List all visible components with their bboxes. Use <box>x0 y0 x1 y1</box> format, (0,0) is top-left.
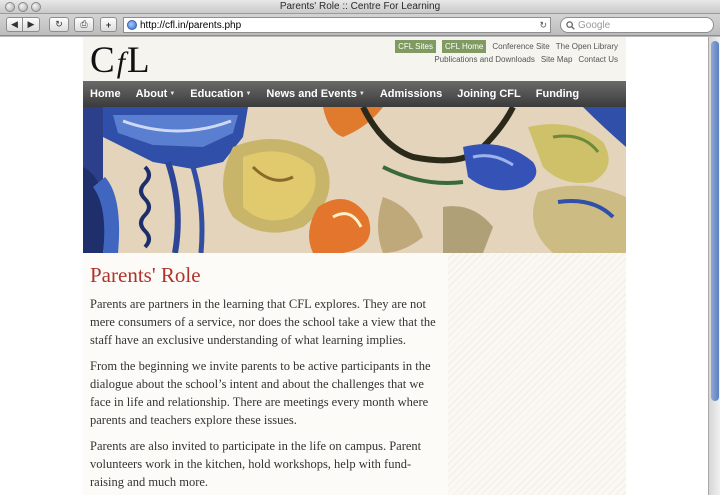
nav-home[interactable]: Home <box>90 88 121 100</box>
forward-arrow-icon: ▶ <box>27 19 35 29</box>
logo-letter-c: C <box>90 40 117 81</box>
add-bookmark-button[interactable]: + <box>100 17 117 32</box>
nav-label: Education <box>190 88 244 100</box>
conference-site-link[interactable]: Conference Site <box>492 40 549 53</box>
nav-joining-cfl[interactable]: Joining CFL <box>457 88 521 100</box>
publications-link[interactable]: Publications and Downloads <box>434 53 535 66</box>
nav-label: About <box>135 88 168 100</box>
address-url: http://cfl.in/parents.php <box>140 19 242 31</box>
window-title: Parents' Role :: Centre For Learning <box>279 1 441 12</box>
bookmarks-icon: ⎙ <box>80 19 88 29</box>
vertical-scrollbar[interactable] <box>708 37 720 495</box>
nav-about[interactable]: About ▼ <box>136 88 176 100</box>
paragraph: From the beginning we invite parents to … <box>90 359 431 427</box>
content-area: Parents' Role Parents are partners in th… <box>83 253 626 495</box>
open-library-link[interactable]: The Open Library <box>556 40 618 53</box>
paragraph: Parents are partners in the learning tha… <box>90 297 436 347</box>
search-icon <box>566 20 575 30</box>
address-bar[interactable]: http://cfl.in/parents.php ↻ <box>123 17 551 33</box>
contact-us-link[interactable]: Contact Us <box>578 53 618 66</box>
site-logo[interactable]: CfL <box>90 39 152 82</box>
forward-button[interactable]: ▶ <box>23 17 40 32</box>
nav-education[interactable]: Education ▼ <box>190 88 251 100</box>
nav-label: Joining CFL <box>457 88 521 100</box>
site-header: CfL CFL Sites CFL Home Conference Site T… <box>83 37 626 81</box>
logo-letter-l: L <box>127 40 152 81</box>
nav-funding[interactable]: Funding <box>536 88 579 100</box>
site-map-link[interactable]: Site Map <box>541 53 573 66</box>
sidebar-pattern <box>448 253 626 495</box>
nav-label: Home <box>90 88 121 100</box>
cfl-sites-link[interactable]: CFL Sites <box>395 40 436 53</box>
caret-down-icon: ▼ <box>358 91 365 97</box>
main-nav: Home About ▼ Education ▼ News and Events ▼ … <box>83 81 626 107</box>
globe-icon <box>127 20 137 30</box>
reload-small-icon[interactable]: ↻ <box>539 20 547 31</box>
nav-label: Admissions <box>379 88 443 100</box>
cfl-home-link[interactable]: CFL Home <box>441 40 487 53</box>
nav-news-events[interactable]: News and Events ▼ <box>266 88 364 100</box>
main-column: Parents' Role Parents are partners in th… <box>90 263 438 495</box>
bookmarks-button[interactable]: ⎙ <box>74 17 94 32</box>
page-container: CfL CFL Sites CFL Home Conference Site T… <box>83 37 626 495</box>
banner-painting <box>83 107 626 253</box>
web-viewport: CfL CFL Sites CFL Home Conference Site T… <box>0 37 708 495</box>
search-placeholder: Google <box>578 19 611 31</box>
nav-admissions[interactable]: Admissions <box>380 88 442 100</box>
back-arrow-icon: ◀ <box>11 19 18 29</box>
browser-toolbar: ◀ ▶ ↻ ⎙ + http://cfl.in/parents.php ↻ Go… <box>0 14 720 36</box>
page-title: Parents' Role <box>90 263 201 287</box>
nav-label: Funding <box>535 88 580 100</box>
caret-down-icon: ▼ <box>245 91 252 97</box>
window-titlebar: Parents' Role :: Centre For Learning <box>0 0 720 14</box>
caret-down-icon: ▼ <box>169 91 176 97</box>
nav-label: News and Events <box>266 88 357 100</box>
reload-icon: ↻ <box>55 19 63 29</box>
reload-button[interactable]: ↻ <box>49 17 69 32</box>
painting-illustration <box>83 107 626 253</box>
paragraph: Parents are also invited to participate … <box>90 439 422 489</box>
logo-letter-f: f <box>116 46 128 79</box>
plus-icon: + <box>105 19 112 30</box>
scrollbar-thumb[interactable] <box>711 41 719 401</box>
search-field[interactable]: Google <box>560 17 714 33</box>
back-button[interactable]: ◀ <box>6 17 23 32</box>
top-links: CFL Sites CFL Home Conference Site The O… <box>395 40 618 66</box>
